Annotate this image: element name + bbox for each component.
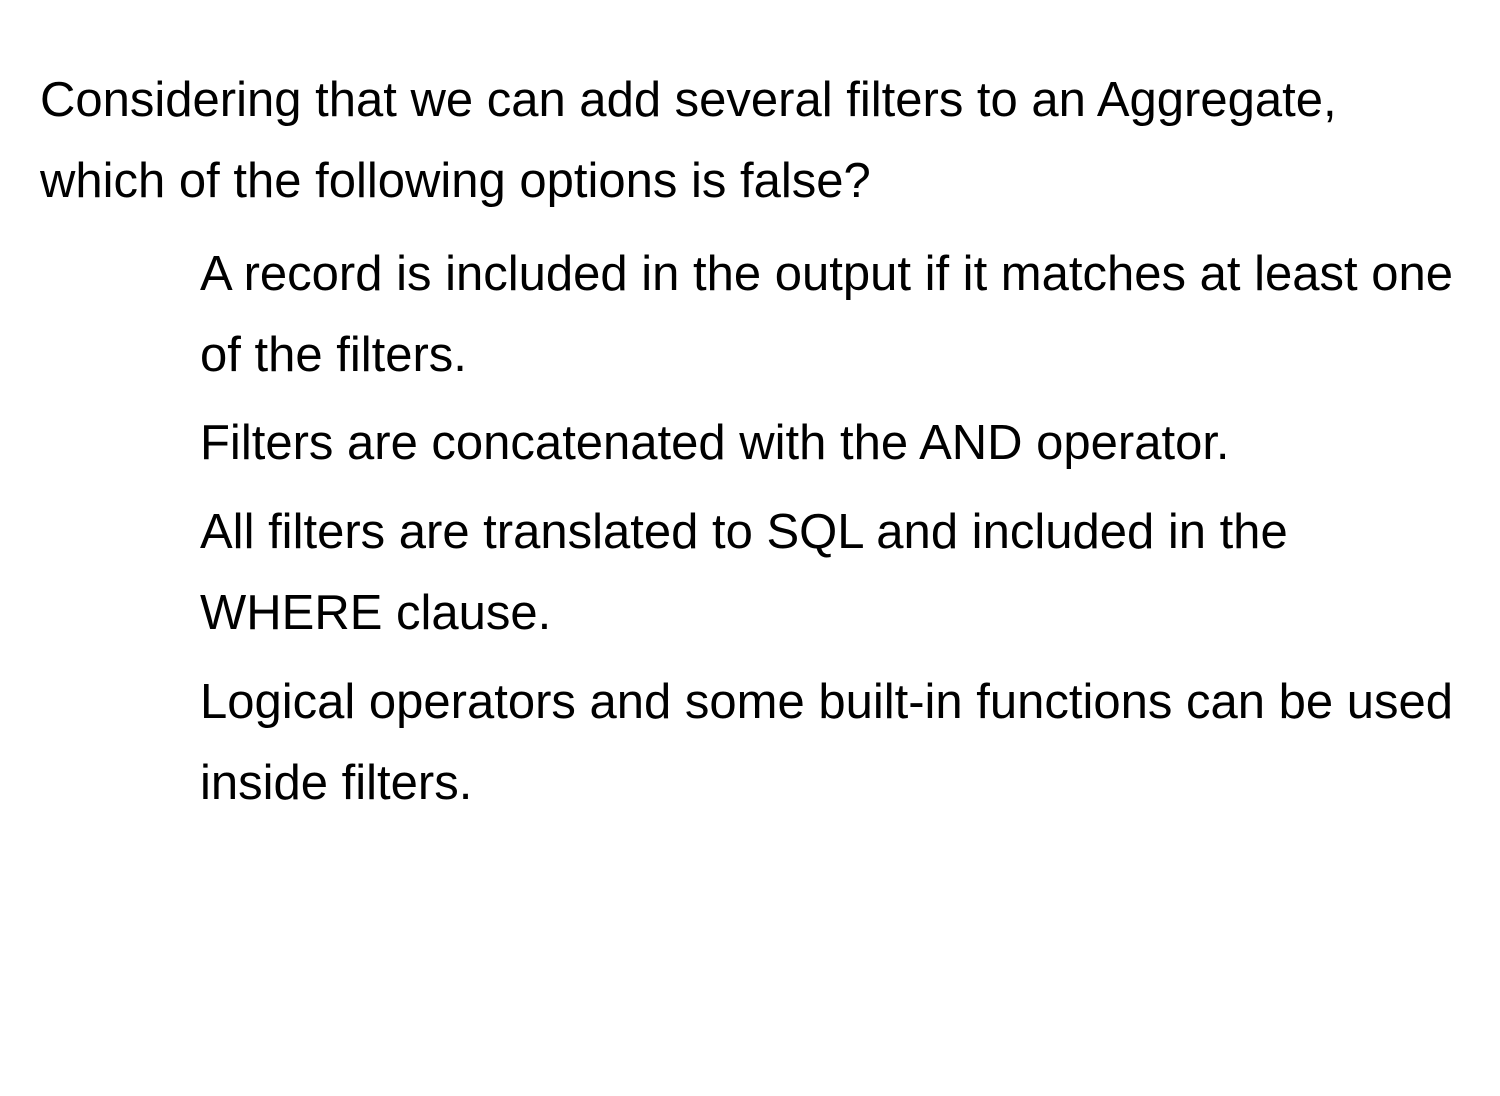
option-b: Filters are concatenated with the AND op… [200, 403, 1460, 484]
option-d: Logical operators and some built-in func… [200, 662, 1460, 824]
options-list: A record is included in the output if it… [40, 234, 1460, 824]
option-a: A record is included in the output if it… [200, 234, 1460, 396]
option-c: All filters are translated to SQL and in… [200, 492, 1460, 654]
question-text: Considering that we can add several filt… [40, 60, 1460, 222]
